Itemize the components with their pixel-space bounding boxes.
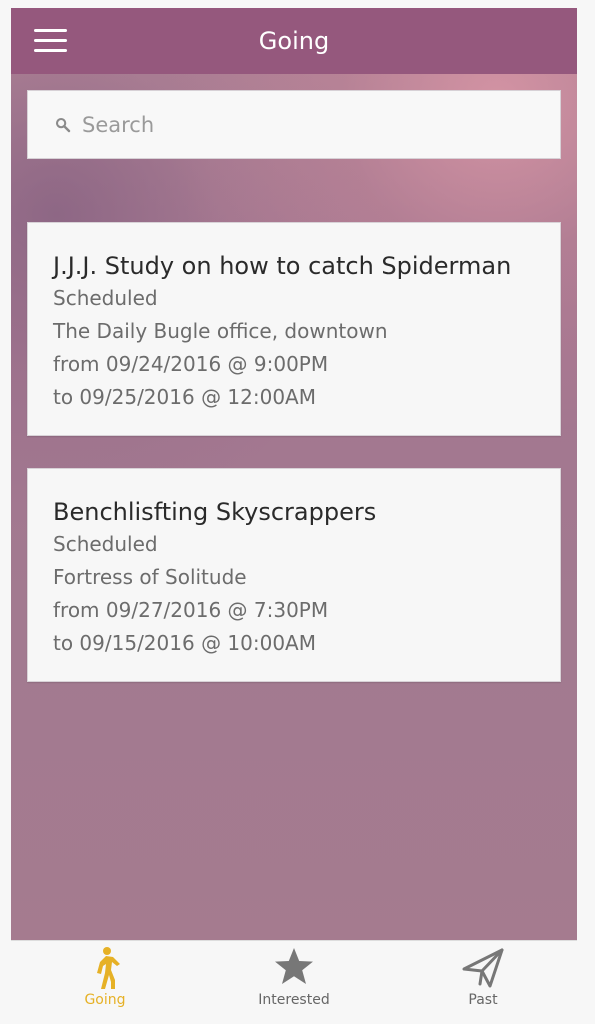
event-status: Scheduled xyxy=(53,532,158,556)
bottom-tab-bar: Going Interested Past xyxy=(11,940,577,1014)
event-end-time: to 09/25/2016 @ 12:00AM xyxy=(53,385,316,409)
event-end-time: to 09/15/2016 @ 10:00AM xyxy=(53,631,316,655)
tab-going[interactable]: Going xyxy=(11,941,199,1014)
page-title: Going xyxy=(258,27,330,55)
tab-label: Interested xyxy=(258,992,330,1008)
event-card[interactable]: J.J.J. Study on how to catch Spiderman S… xyxy=(27,222,561,436)
event-card[interactable]: Benchlisfting Skyscrappers Scheduled For… xyxy=(27,468,561,682)
event-start-time: from 09/24/2016 @ 9:00PM xyxy=(53,352,329,376)
tab-label: Past xyxy=(468,992,498,1008)
tab-past[interactable]: Past xyxy=(389,941,577,1014)
app-screen: Going J.J.J. Study on how to catch Spide… xyxy=(11,8,577,1014)
tab-label: Going xyxy=(84,992,126,1008)
event-location: The Daily Bugle office, downtown xyxy=(53,319,388,343)
event-list: J.J.J. Study on how to catch Spiderman S… xyxy=(27,222,561,714)
tab-interested[interactable]: Interested xyxy=(200,941,388,1014)
event-location: Fortress of Solitude xyxy=(53,565,247,589)
search-box[interactable] xyxy=(27,90,561,159)
search-icon xyxy=(55,117,71,133)
star-icon xyxy=(275,948,313,984)
paper-plane-icon xyxy=(462,948,504,988)
event-title: J.J.J. Study on how to catch Spiderman xyxy=(53,252,512,280)
walking-person-icon xyxy=(97,947,120,989)
event-title: Benchlisfting Skyscrappers xyxy=(53,498,377,526)
event-start-time: from 09/27/2016 @ 7:30PM xyxy=(53,598,329,622)
search-input[interactable] xyxy=(80,106,534,144)
event-status: Scheduled xyxy=(53,286,158,310)
top-app-bar: Going xyxy=(11,8,577,74)
